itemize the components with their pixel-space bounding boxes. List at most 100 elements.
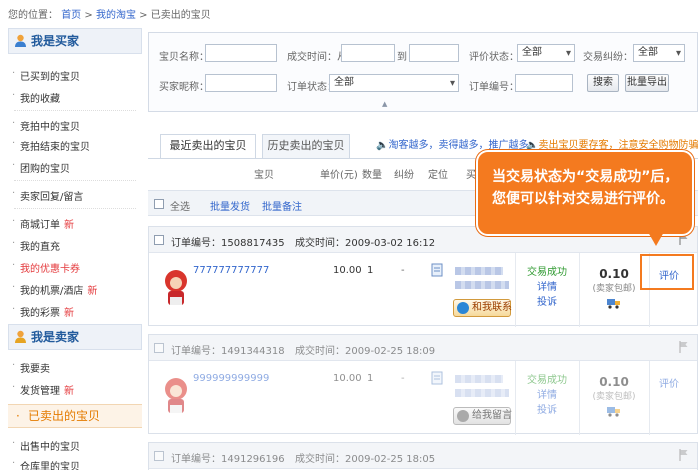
sidebar-item-coupons[interactable]: 我的优惠卡券 [8,260,142,275]
new-badge: 新 [64,386,74,397]
order-number: 订单编号：1491296196 [171,454,285,465]
trade-status: 交易成功 [527,267,567,278]
dispute-value: - [401,265,405,276]
seller-section-header[interactable]: 我是卖家 [8,324,142,350]
detail-link[interactable]: 详情 [525,280,569,295]
sidebar-item-on-sale[interactable]: 出售中的宝贝 [8,438,142,453]
note-icon[interactable] [431,371,443,385]
order-no-input[interactable] [515,74,573,92]
sidebar-divider [14,208,136,209]
column-divider [649,361,650,435]
sidebar-item-label: 我的优惠卡券 [20,264,80,275]
speaker-icon: 🔈 [376,140,389,151]
sidebar-item-favorites[interactable]: 我的收藏 [8,90,142,105]
flag-icon[interactable] [679,449,689,461]
sidebar-item-sold[interactable]: 已卖出的宝贝 [8,404,142,428]
sidebar-item-label: 商城订单 [20,220,60,231]
dispute-select[interactable]: 全部 [633,44,685,62]
product-name-link[interactable]: 999999999999 [193,373,269,384]
sidebar-item-group-buy[interactable]: 团购的宝贝 [8,160,142,175]
review-link[interactable]: 评价 [659,375,679,390]
buyer-name-blurred [455,375,503,383]
sidebar-item-bought[interactable]: 已买到的宝贝 [8,68,142,83]
breadcrumb-sep: > [84,10,93,21]
trade-status-cell: 交易成功 详情 投诉 [525,265,569,310]
trade-status-cell: 交易成功 详情 投诉 [525,373,569,418]
order-status-select[interactable]: 全部 [329,74,459,92]
select-all-checkbox[interactable] [154,199,164,209]
leave-message-button[interactable]: 给我留言 [453,407,512,425]
collapse-arrow-icon[interactable]: ▲ [382,100,387,108]
sidebar-item-recharge[interactable]: 我的直充 [8,238,142,253]
buyer-name-blurred [455,267,503,275]
detail-link[interactable]: 详情 [525,388,569,403]
complain-link[interactable]: 投诉 [525,295,569,310]
new-badge: 新 [64,308,74,319]
sidebar-item-label: 仓库里的宝贝 [20,462,80,470]
sidebar-item-shipping[interactable]: 发货管理新 [8,382,142,397]
order-no-label: 订单编号： [469,82,519,93]
bulk-note-link[interactable]: 批量备注 [262,198,302,213]
sidebar-divider [14,180,136,181]
breadcrumb-sep: > [139,10,148,21]
note-icon[interactable] [431,263,443,277]
sidebar-item-bid-ended[interactable]: 竞拍结束的宝贝 [8,138,142,153]
tab-history-sold[interactable]: 历史卖出的宝贝 [262,134,350,158]
complain-link[interactable]: 投诉 [525,403,569,418]
order-checkbox[interactable] [154,235,164,245]
sidebar-item-bidding[interactable]: 竞拍中的宝贝 [8,118,142,133]
review-highlight-box [640,254,694,290]
sidebar-item-sell[interactable]: 我要卖 [8,360,142,375]
search-panel: 宝贝名称： 成交时间：从 到 评价状态： 全部 交易纠纷： 全部 买家昵称： 订… [148,32,698,112]
search-button[interactable]: 搜索 [587,74,619,92]
amount-value: 0.10 [599,375,629,389]
deal-time-from-input[interactable] [341,44,395,62]
sidebar-item-mall-orders[interactable]: 商城订单新 [8,216,142,231]
flag-icon[interactable] [679,341,689,353]
notice-promo[interactable]: 🔈淘客越多，卖得越多，推广越多 [376,136,528,151]
buyer-nick-input[interactable] [205,74,277,92]
sidebar-item-label: 竞拍中的宝贝 [20,122,80,133]
truck-icon [607,299,620,309]
header-price: 单价(元) [320,170,358,181]
sidebar-item-seller-reply[interactable]: 卖家回复/留言 [8,188,142,203]
sidebar-divider [14,110,136,111]
wangwang-icon [457,410,469,422]
breadcrumb-home[interactable]: 首页 [61,10,81,21]
export-button[interactable]: 批量导出 [625,74,669,92]
callout-line-2: 您便可以针对交易进行评价。 [492,191,674,207]
order-header: 订单编号：1491344318 成交时间：2009-02-25 18:09 [149,335,697,361]
bulk-ship-link[interactable]: 批量发货 [210,198,250,213]
tooltip-callout: 当交易状态为“交易成功”后， 您便可以针对交易进行评价。 [476,150,694,236]
item-name-input[interactable] [205,44,277,62]
unit-price: 10.00 [333,265,362,276]
to-label: 到 [397,52,407,63]
product-name-link[interactable]: 777777777777 [193,265,269,276]
product-thumbnail[interactable] [159,265,193,309]
tab-recent-sold[interactable]: 最近卖出的宝贝 [160,134,256,159]
buyer-info-blurred [455,281,509,289]
seller-section-title: 我是卖家 [31,330,80,344]
callout-pointer [648,232,664,246]
sidebar-item-label: 我的机票/酒店 [20,286,84,297]
sidebar-item-warehouse[interactable]: 仓库里的宝贝 [8,458,142,470]
review-status-label: 评价状态： [469,52,519,63]
deal-time-to-input[interactable] [409,44,459,62]
sidebar-item-label: 我要卖 [20,364,50,375]
buyer-section-header[interactable]: 我是买家 [8,28,142,54]
breadcrumb-my-taobao[interactable]: 我的淘宝 [96,10,136,21]
contact-me-button[interactable]: 和我联系 [453,299,512,317]
order-block: 订单编号：1491296196 成交时间：2009-02-25 18:05 [148,442,698,470]
shipping-note: (卖家包邮) [592,392,636,402]
notice-safety[interactable]: 🔈卖出宝贝要存客，注意安全购物防骗 [526,136,698,151]
order-checkbox[interactable] [154,343,164,353]
product-thumbnail[interactable] [159,373,193,417]
amount-cell: 0.10 (卖家包邮) [585,375,643,402]
order-checkbox[interactable] [154,451,164,461]
review-status-select[interactable]: 全部 [517,44,575,62]
sidebar-item-flights[interactable]: 我的机票/酒店新 [8,282,142,297]
sidebar-item-label: 出售中的宝贝 [20,442,80,453]
sidebar-item-lottery[interactable]: 我的彩票新 [8,304,142,319]
buyer-section-title: 我是买家 [31,34,80,48]
quantity: 1 [367,265,374,276]
